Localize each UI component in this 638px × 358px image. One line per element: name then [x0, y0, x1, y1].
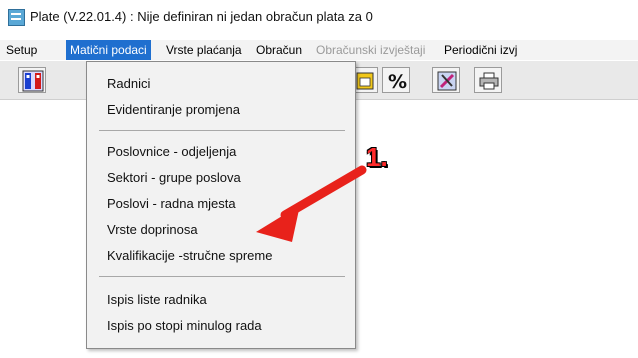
annotation-label: 1. — [366, 142, 388, 172]
annotation-arrow — [256, 165, 367, 242]
